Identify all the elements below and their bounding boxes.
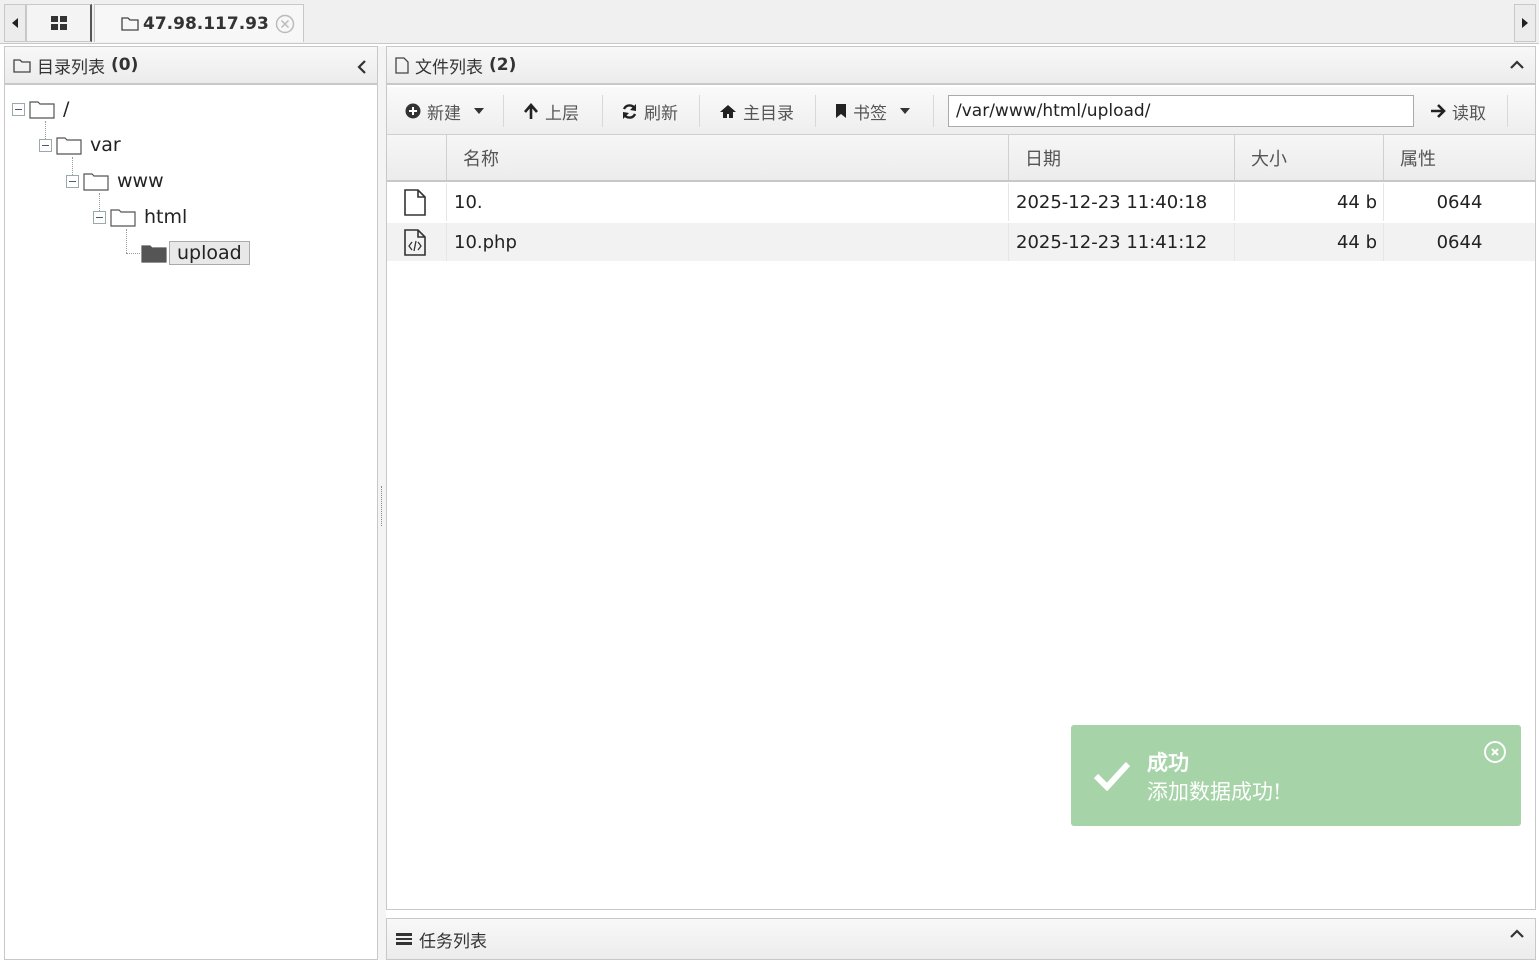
- new-button[interactable]: 新建: [405, 87, 485, 135]
- collapse-toggle[interactable]: [93, 210, 106, 224]
- file-date: 2025-12-23 11:40:18: [1008, 183, 1234, 221]
- grid-icon: [50, 16, 67, 30]
- directory-panel-header: 目录列表 (0): [5, 47, 377, 85]
- collapse-toggle[interactable]: [39, 138, 52, 152]
- tab-host[interactable]: 47.98.117.93: [94, 4, 304, 42]
- folder-icon: [110, 209, 136, 227]
- bookmark-icon: [836, 104, 846, 118]
- file-date: 2025-12-23 11:41:12: [1008, 223, 1234, 261]
- home-icon: [720, 104, 736, 118]
- tree-node-label: html: [144, 206, 188, 228]
- code-file-icon: [404, 228, 426, 256]
- tree-node-html[interactable]: html: [93, 202, 187, 232]
- file-row[interactable]: 10.php 2025-12-23 11:41:12 44 b 0644: [387, 223, 1535, 261]
- file-panel-header: 文件列表 (2): [387, 47, 1535, 85]
- tree-node-root[interactable]: /: [12, 94, 69, 124]
- task-panel: 任务列表: [386, 918, 1536, 960]
- tree-node-var[interactable]: var: [39, 130, 121, 160]
- refresh-icon: [622, 103, 637, 119]
- path-input[interactable]: [948, 95, 1414, 127]
- file-panel-title: 文件列表: [415, 57, 483, 78]
- column-header-name[interactable]: 名称: [446, 135, 1008, 180]
- file-count: (2): [489, 55, 517, 75]
- home-tab[interactable]: [26, 4, 92, 42]
- toast-close-button[interactable]: [1484, 741, 1506, 763]
- collapse-task-panel-button[interactable]: [1509, 929, 1525, 939]
- collapse-toggle[interactable]: [12, 102, 25, 116]
- file-permissions: 0644: [1383, 183, 1535, 221]
- up-label: 上层: [545, 103, 579, 124]
- scroll-right-button[interactable]: [1514, 4, 1536, 42]
- toast-title: 成功: [1147, 750, 1189, 775]
- folder-icon: [13, 58, 31, 73]
- folder-icon: [83, 173, 109, 191]
- column-header-size[interactable]: 大小: [1234, 135, 1383, 180]
- file-size: 44 b: [1234, 183, 1383, 221]
- file-name: 10.: [446, 183, 1008, 221]
- directory-panel: 目录列表 (0) / var www html upload: [4, 46, 378, 960]
- tab-host-label: 47.98.117.93: [143, 13, 269, 34]
- new-label: 新建: [427, 103, 461, 124]
- read-label: 读取: [1452, 103, 1486, 124]
- up-button[interactable]: 上层: [523, 87, 579, 135]
- scroll-left-button[interactable]: [4, 4, 26, 42]
- plus-circle-icon: [405, 103, 421, 119]
- folder-filled-icon: [141, 245, 167, 263]
- file-toolbar: 新建 上层 刷新 主目录 书签 /var/www/html/upload/ 读取: [387, 87, 1535, 135]
- list-icon: [396, 933, 412, 945]
- task-panel-title: 任务列表: [419, 931, 487, 952]
- tree-node-label: var: [90, 134, 121, 156]
- tree-node-www[interactable]: www: [66, 166, 164, 196]
- folder-icon: [29, 101, 55, 119]
- caret-down-icon: [900, 108, 910, 114]
- collapse-left-button[interactable]: [357, 59, 367, 75]
- toast-message: 添加数据成功!: [1147, 780, 1282, 804]
- file-icon: [395, 56, 409, 74]
- tree-node-label: /: [63, 98, 70, 120]
- caret-down-icon: [474, 108, 484, 114]
- chevron-up-icon: [1510, 929, 1524, 938]
- tree-node-label: www: [117, 170, 164, 192]
- chevron-up-icon: [1510, 60, 1524, 69]
- refresh-label: 刷新: [644, 103, 678, 124]
- home-dir-label: 主目录: [743, 103, 794, 124]
- panel-splitter[interactable]: [378, 46, 386, 960]
- success-toast: 成功 添加数据成功!: [1071, 725, 1521, 826]
- read-button[interactable]: 读取: [1430, 87, 1486, 135]
- arrow-right-icon: [1431, 104, 1446, 118]
- collapse-file-panel-button[interactable]: [1509, 60, 1525, 70]
- checkmark-icon: [1093, 761, 1131, 791]
- file-name: 10.php: [446, 223, 1008, 261]
- collapse-toggle[interactable]: [66, 174, 79, 188]
- tree-node-label-selected: upload: [169, 241, 250, 265]
- close-icon: [1491, 748, 1499, 756]
- folder-icon: [56, 137, 82, 155]
- arrow-up-icon: [524, 102, 538, 119]
- home-dir-button[interactable]: 主目录: [719, 87, 794, 135]
- file-grid-header: 名称 日期 大小 属性: [387, 135, 1535, 182]
- directory-panel-title: 目录列表: [37, 57, 105, 78]
- tree-node-upload[interactable]: upload: [141, 238, 250, 268]
- tab-bar: 47.98.117.93: [0, 0, 1539, 44]
- caret-left-icon: [12, 18, 18, 28]
- column-header-date[interactable]: 日期: [1008, 135, 1234, 180]
- folder-icon: [121, 17, 139, 31]
- column-header-attributes[interactable]: 属性: [1383, 135, 1535, 180]
- chevron-left-icon: [357, 60, 366, 74]
- directory-count: (0): [111, 55, 139, 75]
- close-tab-button[interactable]: [275, 14, 295, 34]
- bookmark-label: 书签: [853, 103, 887, 124]
- directory-tree: / var www html upload: [5, 87, 377, 957]
- caret-right-icon: [1522, 18, 1528, 28]
- refresh-button[interactable]: 刷新: [621, 87, 678, 135]
- file-permissions: 0644: [1383, 223, 1535, 261]
- close-circle-icon: [275, 14, 295, 34]
- file-size: 44 b: [1234, 223, 1383, 261]
- bookmark-button[interactable]: 书签: [835, 87, 911, 135]
- file-row[interactable]: 10. 2025-12-23 11:40:18 44 b 0644: [387, 183, 1535, 221]
- file-icon: [404, 188, 426, 216]
